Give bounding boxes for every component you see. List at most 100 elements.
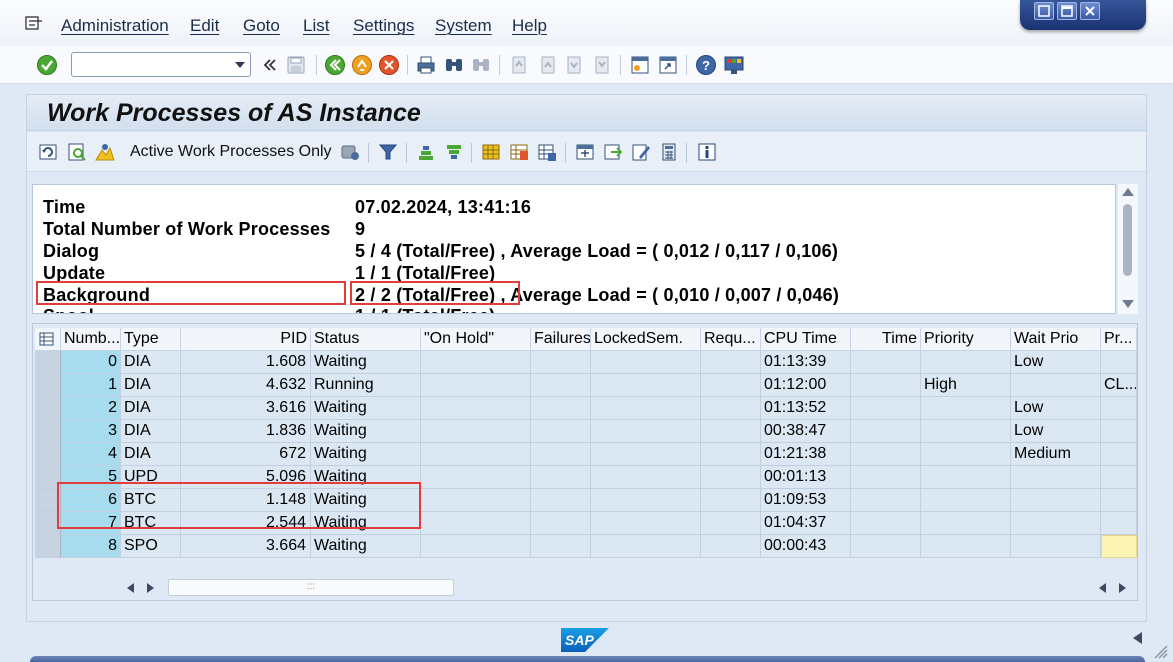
scroll-left-icon[interactable] (1099, 583, 1106, 593)
row-selector[interactable] (35, 397, 61, 420)
cell-failures[interactable] (531, 466, 591, 489)
cell-priority[interactable] (921, 512, 1011, 535)
cell-on-hold[interactable] (421, 489, 531, 512)
cell-failures[interactable] (531, 512, 591, 535)
create-shortcut-icon[interactable] (657, 54, 679, 76)
menu-edit[interactable]: Edit (190, 16, 219, 36)
row-selector[interactable] (35, 535, 61, 558)
cell-pid[interactable]: 2.544 (181, 512, 311, 535)
cell-pid[interactable]: 1.836 (181, 420, 311, 443)
row-selector[interactable] (35, 443, 61, 466)
minimize-icon[interactable] (1034, 2, 1054, 20)
cell-priority[interactable] (921, 466, 1011, 489)
layout-grid-icon[interactable] (480, 141, 502, 163)
cell-failures[interactable] (531, 420, 591, 443)
collapse-arrow-icon[interactable] (1133, 632, 1142, 644)
cell-failures[interactable] (531, 443, 591, 466)
row-selector[interactable] (35, 512, 61, 535)
cell-cpu-time[interactable]: 01:13:52 (761, 397, 851, 420)
exit-icon[interactable] (351, 54, 373, 76)
person-chart-icon[interactable] (94, 141, 116, 163)
cell-on-hold[interactable] (421, 397, 531, 420)
cell-time[interactable] (851, 397, 921, 420)
cell-time[interactable] (851, 351, 921, 374)
cell-locked-sem[interactable] (591, 397, 701, 420)
cell-pr[interactable] (1101, 351, 1137, 374)
cell-wait-prio[interactable] (1011, 512, 1101, 535)
cell-pr[interactable] (1101, 535, 1137, 558)
cell-request[interactable] (701, 443, 761, 466)
cell-request[interactable] (701, 489, 761, 512)
sort-ascending-icon[interactable] (415, 141, 437, 163)
cell-time[interactable] (851, 489, 921, 512)
cell-type[interactable]: DIA (121, 420, 181, 443)
column-header-number[interactable]: Numb... (61, 328, 121, 351)
cell-wait-prio[interactable]: Low (1011, 351, 1101, 374)
find-icon[interactable] (443, 54, 465, 76)
sort-descending-icon[interactable] (443, 141, 465, 163)
cell-pid[interactable]: 5.096 (181, 466, 311, 489)
cell-number[interactable]: 5 (61, 466, 121, 489)
cell-time[interactable] (851, 466, 921, 489)
save-icon[interactable] (285, 54, 307, 76)
cell-request[interactable] (701, 466, 761, 489)
cell-priority[interactable] (921, 489, 1011, 512)
change-layout-icon[interactable] (508, 141, 530, 163)
cell-number[interactable]: 1 (61, 374, 121, 397)
cell-priority[interactable] (921, 535, 1011, 558)
cell-number[interactable]: 0 (61, 351, 121, 374)
cell-time[interactable] (851, 420, 921, 443)
cell-wait-prio[interactable] (1011, 535, 1101, 558)
cell-status[interactable]: Waiting (311, 489, 421, 512)
cell-pid[interactable]: 3.616 (181, 397, 311, 420)
cell-status[interactable]: Waiting (311, 466, 421, 489)
column-header-priority[interactable]: Priority (921, 328, 1011, 351)
menu-help[interactable]: Help (512, 16, 547, 36)
cell-cpu-time[interactable]: 01:04:37 (761, 512, 851, 535)
cell-priority[interactable] (921, 351, 1011, 374)
cell-number[interactable]: 2 (61, 397, 121, 420)
cell-type[interactable]: BTC (121, 489, 181, 512)
cell-priority[interactable] (921, 397, 1011, 420)
cell-pr[interactable] (1101, 420, 1137, 443)
cancel-icon[interactable] (378, 54, 400, 76)
cell-number[interactable]: 7 (61, 512, 121, 535)
cell-request[interactable] (701, 397, 761, 420)
cell-pr[interactable] (1101, 443, 1137, 466)
cell-locked-sem[interactable] (591, 466, 701, 489)
cell-cpu-time[interactable]: 01:21:38 (761, 443, 851, 466)
calculator-icon[interactable] (658, 141, 680, 163)
info-icon[interactable] (696, 141, 718, 163)
cell-status[interactable]: Waiting (311, 512, 421, 535)
cell-request[interactable] (701, 351, 761, 374)
cell-cpu-time[interactable]: 01:09:53 (761, 489, 851, 512)
cell-failures[interactable] (531, 351, 591, 374)
cell-on-hold[interactable] (421, 351, 531, 374)
cell-wait-prio[interactable] (1011, 489, 1101, 512)
cell-wait-prio[interactable]: Low (1011, 420, 1101, 443)
cell-on-hold[interactable] (421, 535, 531, 558)
cell-cpu-time[interactable]: 00:38:47 (761, 420, 851, 443)
cell-pr[interactable] (1101, 489, 1137, 512)
row-selector[interactable] (35, 489, 61, 512)
cell-request[interactable] (701, 512, 761, 535)
column-header-type[interactable]: Type (121, 328, 181, 351)
help-icon[interactable]: ? (695, 54, 717, 76)
cell-failures[interactable] (531, 374, 591, 397)
cell-time[interactable] (851, 535, 921, 558)
cell-cpu-time[interactable]: 01:13:39 (761, 351, 851, 374)
column-header-failures[interactable]: Failures (531, 328, 591, 351)
row-selector[interactable] (35, 466, 61, 489)
cell-number[interactable]: 4 (61, 443, 121, 466)
details-icon[interactable] (66, 141, 88, 163)
cell-time[interactable] (851, 374, 921, 397)
first-page-icon[interactable] (508, 54, 530, 76)
edit-icon[interactable] (630, 141, 652, 163)
filter-icon[interactable] (377, 141, 399, 163)
resize-grip-icon[interactable] (1147, 640, 1169, 660)
command-field[interactable] (71, 52, 251, 77)
column-header-time[interactable]: Time (851, 328, 921, 351)
table-settings-icon[interactable] (35, 328, 61, 351)
cell-priority[interactable] (921, 420, 1011, 443)
enter-check-icon[interactable] (36, 54, 58, 76)
